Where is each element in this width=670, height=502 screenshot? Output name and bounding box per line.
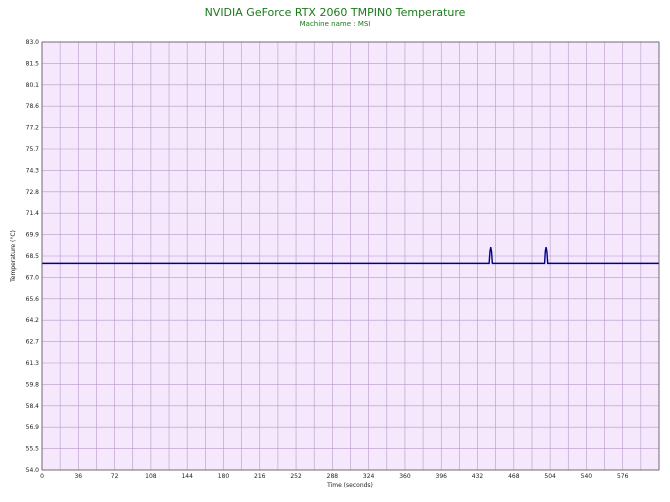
y-tick-label: 83.0 bbox=[26, 39, 40, 46]
x-tick-label: 144 bbox=[181, 473, 193, 480]
x-tick-label: 468 bbox=[508, 473, 520, 480]
x-tick-label: 252 bbox=[290, 473, 302, 480]
y-tick-label: 74.3 bbox=[26, 167, 40, 174]
y-tick-label: 75.7 bbox=[26, 146, 40, 153]
x-axis-ticks: 0 36 72 108 144 180 216 252 288 324 360 396 432 468 50… bbox=[40, 473, 629, 480]
x-axis-label: Time (seconds) bbox=[326, 482, 373, 489]
x-tick-label: 216 bbox=[254, 473, 266, 480]
x-tick-label: 324 bbox=[363, 473, 375, 480]
x-tick-label: 540 bbox=[581, 473, 593, 480]
x-tick-label: 360 bbox=[399, 473, 411, 480]
y-tick-label: 61.3 bbox=[26, 360, 40, 367]
x-tick-label: 288 bbox=[327, 473, 339, 480]
y-tick-label: 80.1 bbox=[26, 82, 40, 89]
temperature-chart: 83.0 81.5 80.1 78.6 77.2 75.7 74.3 72.8 71.4 69.9… bbox=[10, 39, 660, 489]
x-tick-label: 504 bbox=[544, 473, 556, 480]
y-tick-label: 62.7 bbox=[26, 339, 40, 346]
y-tick-label: 81.5 bbox=[26, 60, 40, 67]
grid-lines bbox=[41, 41, 660, 471]
y-tick-label: 64.2 bbox=[26, 317, 40, 324]
y-tick-label: 59.8 bbox=[26, 381, 40, 388]
x-tick-label: 180 bbox=[218, 473, 230, 480]
y-tick-label: 65.6 bbox=[26, 296, 40, 303]
x-tick-label: 0 bbox=[40, 473, 44, 480]
x-tick-label: 396 bbox=[436, 473, 448, 480]
x-tick-label: 108 bbox=[145, 473, 157, 480]
y-tick-label: 71.4 bbox=[26, 210, 40, 217]
y-tick-label: 58.4 bbox=[26, 403, 40, 410]
y-tick-label: 67.0 bbox=[26, 274, 40, 281]
y-tick-label: 55.5 bbox=[26, 446, 40, 453]
x-tick-label: 576 bbox=[617, 473, 629, 480]
y-tick-label: 78.6 bbox=[26, 103, 40, 110]
y-tick-label: 54.0 bbox=[26, 467, 40, 474]
x-tick-label: 36 bbox=[74, 473, 82, 480]
y-axis-label: Temperature (°C) bbox=[10, 230, 17, 283]
y-tick-label: 68.5 bbox=[26, 253, 40, 260]
y-axis-ticks: 83.0 81.5 80.1 78.6 77.2 75.7 74.3 72.8 71.4 69.9… bbox=[26, 39, 40, 474]
y-tick-label: 69.9 bbox=[26, 232, 40, 239]
y-tick-label: 77.2 bbox=[26, 125, 40, 132]
x-tick-label: 432 bbox=[472, 473, 484, 480]
y-tick-label: 56.9 bbox=[26, 424, 40, 431]
x-tick-label: 72 bbox=[111, 473, 119, 480]
y-tick-label: 72.8 bbox=[26, 189, 40, 196]
